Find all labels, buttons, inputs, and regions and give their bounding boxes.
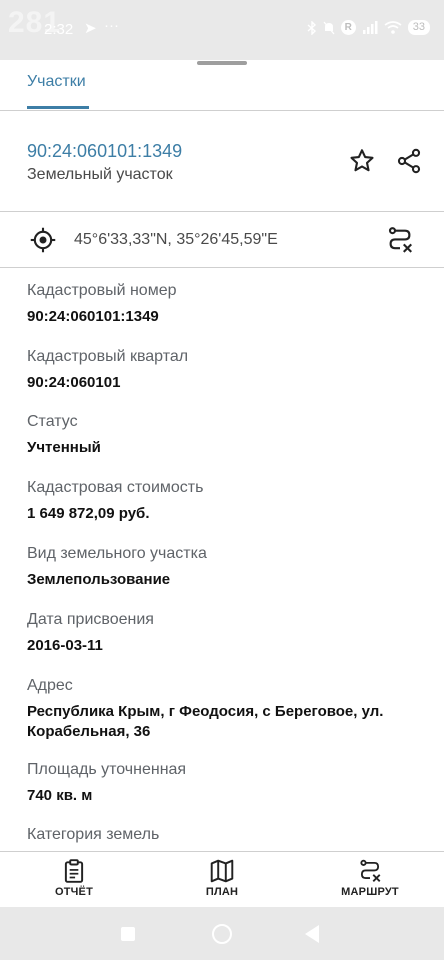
bottom-action-bar: ОТЧЁТ ПЛАН МАРШРУТ xyxy=(0,851,444,908)
system-navigation-bar xyxy=(0,907,444,960)
route-off-icon[interactable] xyxy=(385,225,415,255)
detail-label: Площадь уточненная xyxy=(27,761,187,778)
detail-cadastral-quarter: Кадастровый квартал 90:24:060101 xyxy=(27,348,427,393)
route-button[interactable]: МАРШРУТ xyxy=(320,858,420,898)
detail-label: Кадастровый квартал xyxy=(27,348,189,365)
status-bar: 281 2:32 ➤ ··· R 33 xyxy=(0,0,444,60)
status-icons: R 33 xyxy=(307,20,430,35)
battery-level: 33 xyxy=(407,20,430,35)
back-button[interactable] xyxy=(305,925,319,943)
report-button[interactable]: ОТЧЁТ xyxy=(24,858,124,898)
detail-address: Адрес Республика Крым, г Феодосия, с Бер… xyxy=(27,677,427,742)
mute-icon xyxy=(323,21,335,34)
route-label: МАРШРУТ xyxy=(341,886,399,898)
active-tab-indicator xyxy=(27,106,89,109)
more-notifications-icon: ··· xyxy=(104,17,119,34)
plan-label: ПЛАН xyxy=(205,886,239,898)
detail-label: Вид земельного участка xyxy=(27,545,207,562)
detail-value: 2016-03-11 xyxy=(27,637,103,654)
detail-land-category: Категория земель xyxy=(27,826,427,851)
detail-value: Учтенный xyxy=(27,439,101,456)
signal-icon xyxy=(362,21,378,34)
parcel-type: Земельный участок xyxy=(27,166,173,183)
share-icon xyxy=(397,148,421,174)
plan-button[interactable]: ПЛАН xyxy=(172,858,272,898)
bluetooth-icon xyxy=(307,20,316,35)
roaming-badge: R xyxy=(340,20,356,35)
detail-value: 90:24:060101 xyxy=(27,374,121,391)
share-button[interactable] xyxy=(391,143,427,179)
detail-value: 1 649 872,09 руб. xyxy=(27,505,150,522)
map-icon xyxy=(210,859,234,883)
coordinates-row: 45°6'33,33"N, 35°26'45,59"E xyxy=(0,212,444,268)
parcel-details: Кадастровый номер 90:24:060101:1349 Када… xyxy=(0,268,444,851)
parcel-number[interactable]: 90:24:060101:1349 xyxy=(27,141,182,162)
recents-button[interactable] xyxy=(121,927,135,941)
detail-label: Адрес xyxy=(27,677,73,694)
detail-label: Кадастровый номер xyxy=(27,282,177,299)
detail-cadastral-number: Кадастровый номер 90:24:060101:1349 xyxy=(27,282,427,327)
favorite-button[interactable] xyxy=(344,143,380,179)
telegram-icon: ➤ xyxy=(84,20,97,37)
detail-label: Дата присвоения xyxy=(27,611,154,628)
home-button[interactable] xyxy=(212,924,232,944)
report-label: ОТЧЁТ xyxy=(54,886,94,898)
detail-value: 740 кв. м xyxy=(27,787,93,804)
detail-land-kind: Вид земельного участка Землепользование xyxy=(27,545,427,590)
route-off-icon xyxy=(360,859,381,882)
detail-area: Площадь уточненная 740 кв. м xyxy=(27,761,427,806)
detail-value: 90:24:060101:1349 xyxy=(27,308,159,325)
detail-value: Республика Крым, г Феодосия, с Береговое… xyxy=(27,703,384,740)
coordinates-text[interactable]: 45°6'33,33"N, 35°26'45,59"E xyxy=(74,231,278,249)
tab-bar: Участки xyxy=(0,60,444,111)
detail-status: Статус Учтенный xyxy=(27,413,427,458)
target-icon[interactable] xyxy=(29,226,57,254)
detail-label: Кадастровая стоимость xyxy=(27,479,204,496)
clipboard-icon xyxy=(64,859,84,883)
detail-value: Землепользование xyxy=(27,571,171,588)
detail-label: Статус xyxy=(27,413,78,430)
parcel-header: 90:24:060101:1349 Земельный участок xyxy=(0,111,444,212)
status-time: 2:32 xyxy=(44,21,74,38)
detail-cadastral-value: Кадастровая стоимость 1 649 872,09 руб. xyxy=(27,479,427,524)
star-icon xyxy=(350,149,374,172)
wifi-icon xyxy=(384,21,402,34)
detail-label: Категория земель xyxy=(27,826,160,843)
tab-parcels[interactable]: Участки xyxy=(27,73,86,91)
detail-assignment-date: Дата присвоения 2016-03-11 xyxy=(27,611,427,656)
